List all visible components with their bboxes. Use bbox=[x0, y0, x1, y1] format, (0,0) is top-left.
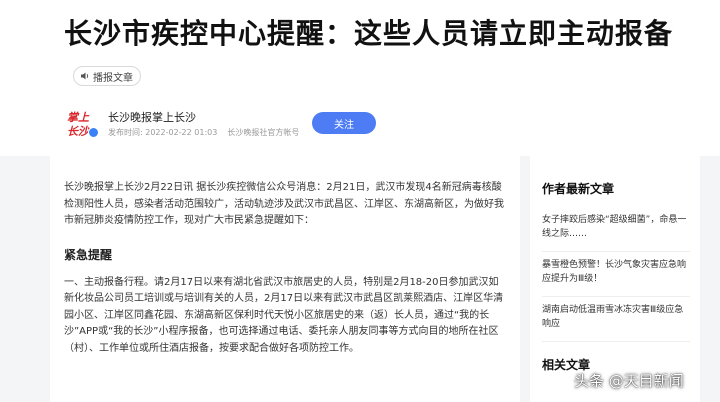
verified-badge-icon bbox=[88, 127, 99, 138]
sidebar-article-link[interactable]: 女子摔跤后感染“超级细菌”，命悬一线之际…… bbox=[542, 207, 690, 252]
article-body: 长沙晚报掌上长沙2月22日讯 据长沙疾控微信公众号消息：2月21日，武汉市发现4… bbox=[50, 156, 520, 402]
sidebar-article-link[interactable]: 湖南启动低温雨雪冰冻灾害Ⅲ级应急响应 bbox=[542, 297, 690, 342]
article-header: 长沙市疾控中心提醒：这些人员请立即主动报备 播报文章 掌上 长沙 长沙晚报掌上长… bbox=[0, 0, 720, 156]
svg-text:长沙: 长沙 bbox=[67, 125, 90, 138]
author-latest-sidebar: 作者最新文章 女子摔跤后感染“超级细菌”，命悬一线之际…… 暴雪橙色预警！长沙气… bbox=[530, 156, 700, 402]
publish-time: 发布时间: 2022-02-22 01:03 bbox=[108, 128, 218, 137]
svg-text:掌上: 掌上 bbox=[67, 111, 90, 124]
author-meta: 发布时间: 2022-02-22 01:03 长沙晚报社官方帐号 bbox=[108, 127, 299, 138]
speaker-icon bbox=[81, 72, 89, 80]
article-paragraph: 一、主动报备行程。请2月17日以来有湖北省武汉市旅居史的人员，特别是2月18-2… bbox=[64, 276, 504, 354]
watermark: 头条 @天目新闻 bbox=[574, 372, 684, 390]
article-intro: 长沙晚报掌上长沙2月22日讯 据长沙疾控微信公众号消息：2月21日，武汉市发现4… bbox=[64, 182, 504, 226]
audio-play-button[interactable]: 播报文章 bbox=[73, 66, 141, 86]
follow-button[interactable]: 关注 bbox=[312, 112, 376, 134]
author-name[interactable]: 长沙晚报掌上长沙 bbox=[108, 109, 196, 125]
audio-play-label: 播报文章 bbox=[93, 72, 133, 84]
sidebar-article-link[interactable]: 暴雪橙色预警！长沙气象灾害应急响应提升为Ⅲ级！ bbox=[542, 252, 690, 297]
article-title: 长沙市疾控中心提醒：这些人员请立即主动报备 bbox=[64, 17, 674, 50]
official-account-label: 长沙晚报社官方帐号 bbox=[227, 128, 300, 137]
section-heading: 紧急提醒 bbox=[64, 247, 113, 262]
sidebar-title: 作者最新文章 bbox=[542, 182, 615, 196]
